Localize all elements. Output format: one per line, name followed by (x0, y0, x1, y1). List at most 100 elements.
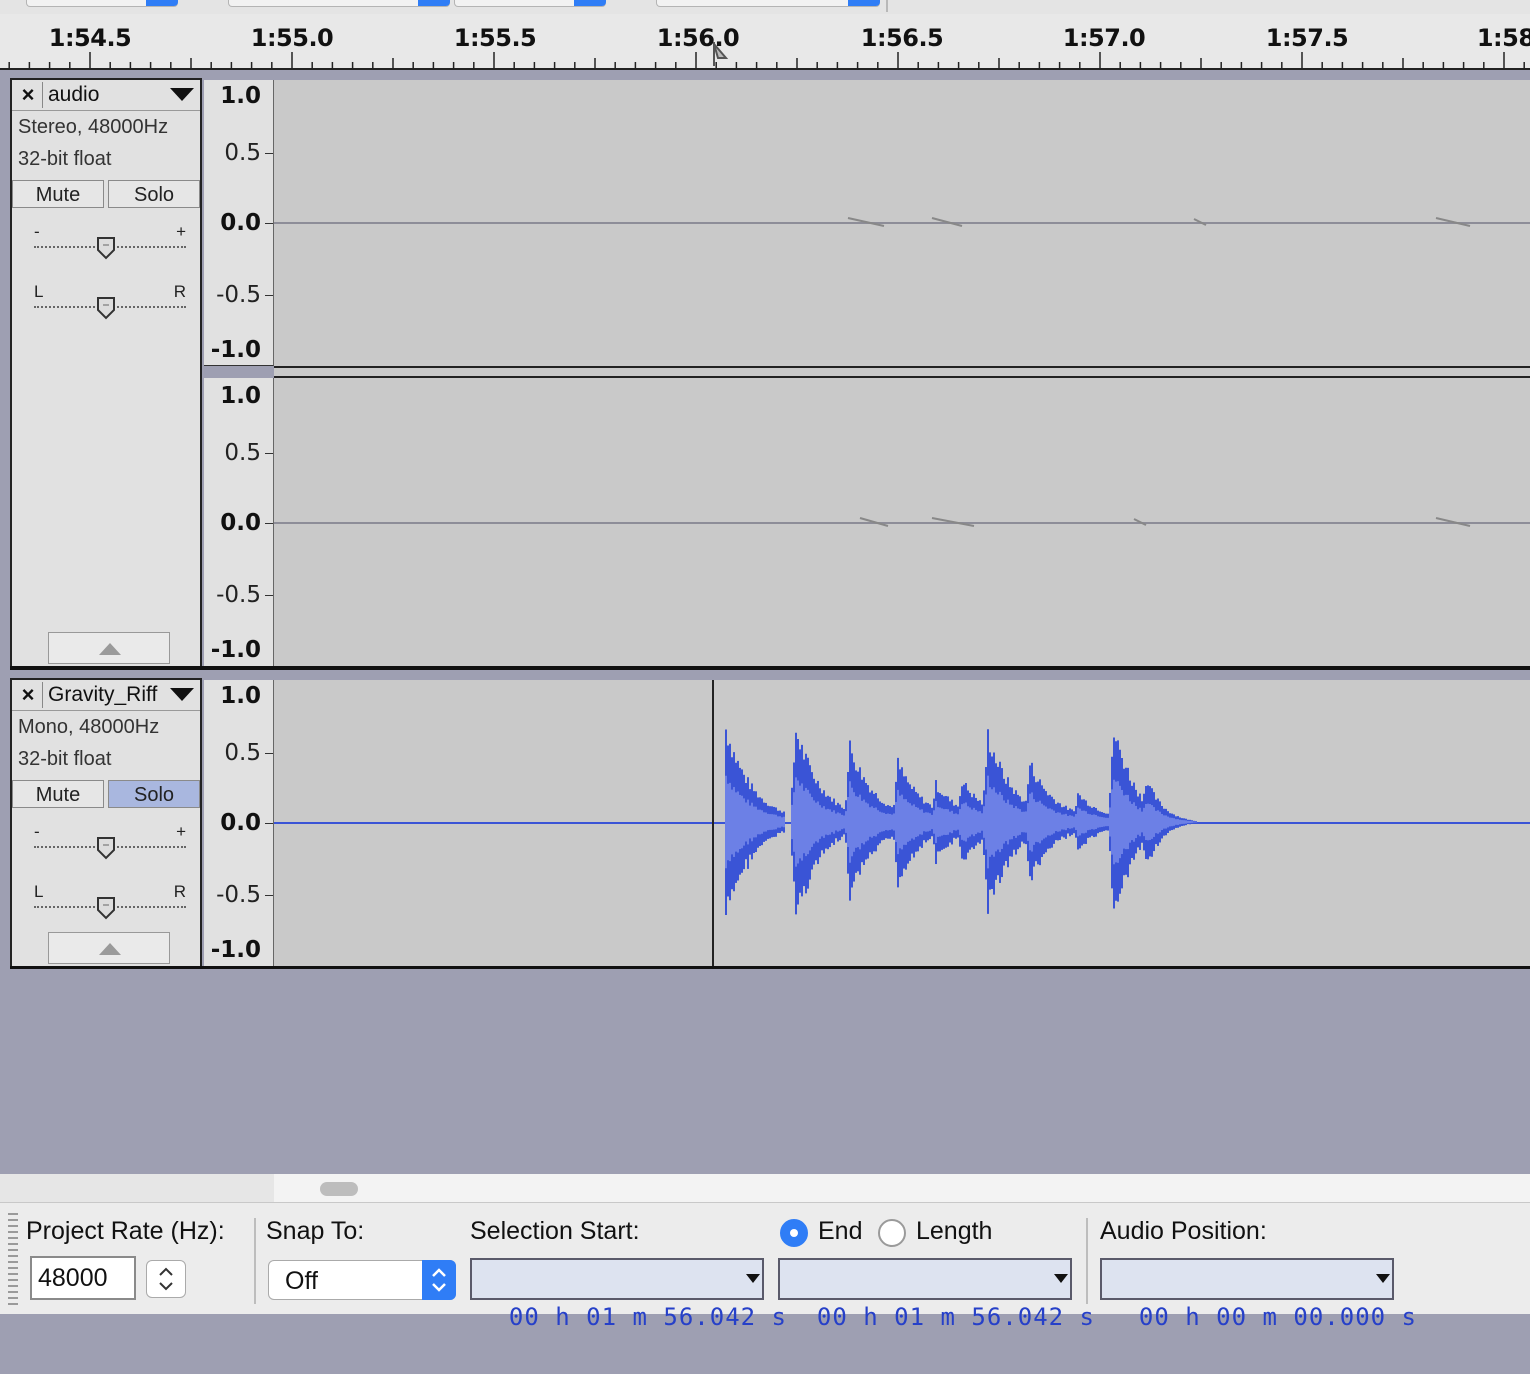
amplitude-label: 1.0 (220, 83, 261, 109)
gain-slider[interactable]: - + (34, 222, 186, 262)
audio-position-field[interactable]: 00 h 00 m 00.000 s (1100, 1258, 1416, 1331)
pan-right-label: R (173, 282, 186, 301)
track-name[interactable]: audio (48, 82, 99, 108)
amplitude-label: -1.0 (210, 937, 261, 963)
pan-left-label: L (34, 282, 44, 301)
gain-plus-label: + (176, 222, 186, 241)
pan-left-label: L (34, 882, 44, 901)
selection-end-field[interactable]: 00 h 01 m 56.042 s (778, 1258, 1094, 1331)
collapse-track-button[interactable] (48, 632, 170, 664)
end-radio[interactable] (780, 1219, 808, 1247)
amplitude-label: -0.5 (216, 582, 261, 608)
snap-to-label: Snap To: (266, 1217, 365, 1245)
mute-button[interactable]: Mute (12, 780, 104, 808)
close-track-button[interactable]: × (14, 682, 43, 708)
ruler-label: 1:57.0 (1062, 24, 1146, 52)
audio-position-label: Audio Position: (1100, 1217, 1267, 1245)
amplitude-label: 0.0 (220, 510, 261, 536)
ruler-label: 1:55.5 (453, 24, 537, 52)
amplitude-label: -1.0 (210, 637, 261, 663)
amplitude-ruler: 1.0 0.5 0.0 -0.5 -1.0 (204, 80, 274, 366)
snap-to-select[interactable]: Off (268, 1260, 456, 1300)
pan-slider[interactable]: L R (34, 282, 186, 322)
gain-slider-thumb[interactable] (96, 236, 116, 260)
close-track-button[interactable]: × (14, 82, 43, 108)
gain-slider-thumb[interactable] (96, 836, 116, 860)
amplitude-label: 0.0 (220, 210, 261, 236)
track-divider (10, 666, 1530, 670)
top-toolbar (0, 0, 1530, 14)
waveform-gravity-riff[interactable] (274, 680, 1530, 966)
amplitude-label: 0.5 (224, 140, 261, 166)
pan-slider-thumb[interactable] (96, 896, 116, 920)
project-rate-stepper[interactable] (146, 1260, 186, 1298)
toolbar-grip-handle[interactable] (8, 1213, 18, 1309)
timeline-ruler[interactable]: 1:54.5 1:55.0 1:55.5 1:56.0 1:56.5 1:57.… (0, 14, 1530, 70)
toolbar-control[interactable] (656, 0, 880, 7)
amplitude-label: 0.5 (224, 740, 261, 766)
length-radio[interactable] (878, 1219, 906, 1247)
waveform-right-channel[interactable] (274, 378, 1530, 666)
track-menu-arrow-icon[interactable] (170, 88, 194, 101)
track-divider (10, 966, 1530, 969)
pan-slider[interactable]: L R (34, 882, 186, 922)
project-rate-label: Project Rate (Hz): (26, 1217, 225, 1245)
gain-slider[interactable]: - + (34, 822, 186, 862)
select-arrows-icon (422, 1260, 456, 1300)
cursor-line (712, 680, 714, 966)
mute-solo-row: Mute Solo (12, 180, 200, 210)
amplitude-label: 1.0 (220, 683, 261, 709)
ruler-label: 1:56.5 (860, 24, 944, 52)
horizontal-scrollbar[interactable] (274, 1174, 1530, 1202)
mute-button[interactable]: Mute (12, 180, 104, 208)
audio-position-value: 00 h 00 m 00.000 s (1138, 1303, 1417, 1331)
collapse-arrow-icon (99, 943, 121, 955)
dropdown-arrow-icon[interactable] (1376, 1274, 1390, 1283)
dropdown-arrow-icon[interactable] (746, 1274, 760, 1283)
solo-button[interactable]: Solo (108, 180, 200, 208)
toolbar-separator (1086, 1218, 1088, 1304)
mute-solo-row: Mute Solo (12, 780, 200, 810)
track-control-panel-audio: × audio Stereo, 48000Hz 32-bit float Mut… (10, 78, 202, 668)
gain-minus-label: - (34, 222, 40, 241)
waveform-clip (725, 729, 1197, 916)
toolbar-separator (886, 0, 888, 12)
collapse-track-button[interactable] (48, 932, 170, 964)
project-rate-input[interactable]: 48000 (30, 1256, 136, 1300)
ruler-label: 1:58. (1476, 24, 1530, 52)
toolbar-control[interactable] (228, 0, 450, 7)
scrollbar-thumb[interactable] (320, 1182, 358, 1196)
ruler-label: 1:55.0 (250, 24, 334, 52)
selection-start-field[interactable]: 00 h 01 m 56.042 s (470, 1258, 786, 1331)
track-format: Stereo, 48000Hz (18, 116, 169, 138)
waveform-noise (847, 217, 1471, 227)
track-name[interactable]: Gravity_Riff (48, 682, 157, 708)
waveform-left-channel[interactable] (274, 80, 1530, 366)
amplitude-label: 0.5 (224, 440, 261, 466)
dropdown-arrow-icon[interactable] (1054, 1274, 1068, 1283)
stepper-icon (159, 1267, 173, 1291)
track-control-panel-gravity-riff: × Gravity_Riff Mono, 48000Hz 32-bit floa… (10, 678, 202, 968)
ruler-label: 1:54.5 (48, 24, 132, 52)
ruler-label: 1:57.5 (1265, 24, 1349, 52)
amplitude-label: -1.0 (210, 337, 261, 363)
track-format: Mono, 48000Hz (18, 716, 160, 738)
amplitude-label: 0.0 (220, 810, 261, 836)
pan-slider-thumb[interactable] (96, 296, 116, 320)
toolbar-control[interactable] (454, 0, 606, 7)
track-bit-depth: 32-bit float (18, 748, 112, 770)
toolbar-control[interactable] (26, 0, 178, 7)
solo-button[interactable]: Solo (108, 780, 200, 808)
amplitude-ruler: 1.0 0.5 0.0 -0.5 -1.0 (204, 680, 274, 966)
toolbar-separator (254, 1218, 256, 1304)
amplitude-label: -0.5 (216, 882, 261, 908)
snap-to-value: Off (285, 1267, 318, 1295)
channel-separator (274, 366, 1530, 378)
selection-end-value: 00 h 01 m 56.042 s (816, 1303, 1095, 1331)
track-menu-arrow-icon[interactable] (170, 688, 194, 701)
playhead-icon[interactable] (708, 40, 732, 68)
pan-right-label: R (173, 882, 186, 901)
project-rate-value: 48000 (38, 1264, 108, 1292)
waveform-noise (859, 517, 1471, 527)
amplitude-label: 1.0 (220, 383, 261, 409)
